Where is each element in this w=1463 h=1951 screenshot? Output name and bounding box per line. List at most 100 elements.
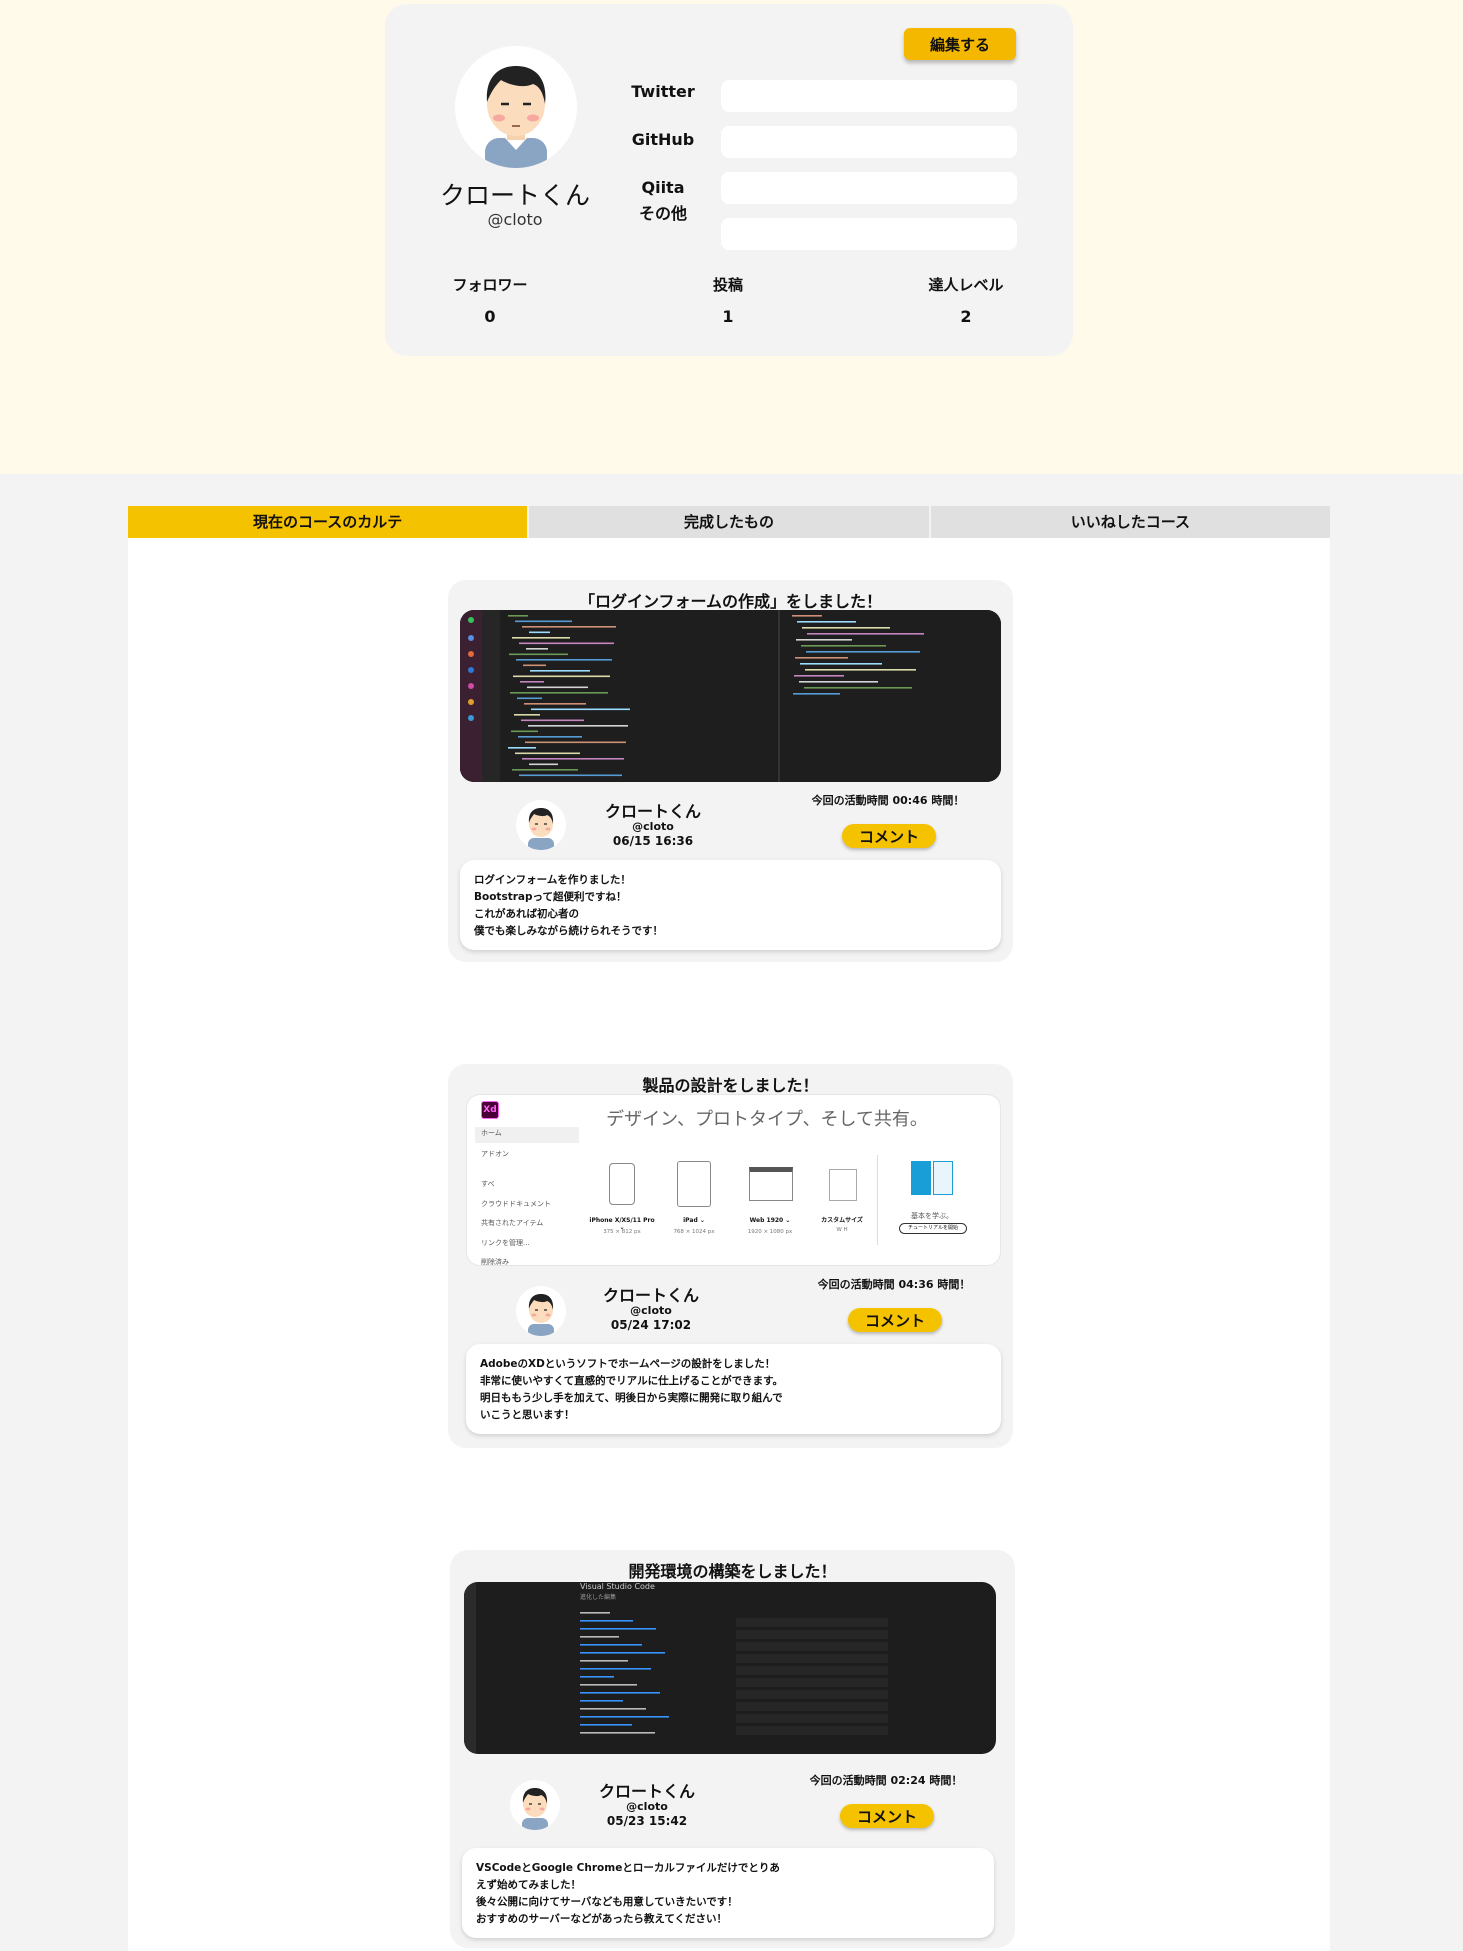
post-body-line: おすすめのサーバーなどがあったら教えてください！	[476, 1913, 728, 1925]
followers-count: 0	[484, 307, 496, 326]
post-date: 06/15 16:36	[612, 834, 694, 848]
vs-panel-row	[736, 1618, 888, 1627]
tutorial-start-button[interactable]: チュートリアルを開始	[899, 1223, 967, 1234]
post-title: 製品の設計をしました！	[642, 1076, 819, 1095]
followers-label: フォロワー	[452, 276, 528, 294]
code-line	[508, 615, 528, 617]
preset-size: 375 × 812 px	[603, 1229, 641, 1235]
post-screenshot[interactable]	[460, 610, 1001, 782]
comment-button[interactable]: コメント	[848, 1308, 942, 1332]
vs-panel-row	[736, 1654, 888, 1663]
author-name: クロートくん	[604, 802, 701, 821]
xd-menu-item[interactable]: 共有されたアイテム	[481, 1218, 543, 1228]
post-body-line: えず始めてみました！	[476, 1879, 581, 1891]
post-date: 05/23 15:42	[606, 1814, 688, 1828]
code-line	[530, 670, 590, 672]
post-card: 開発環境の構築をしました！ Visual Studio Code 進化した編集 …	[450, 1550, 1015, 1948]
post-screenshot[interactable]: Visual Studio Code 進化した編集	[464, 1582, 996, 1754]
code-line	[525, 741, 626, 744]
code-line	[529, 763, 558, 766]
author-avatar[interactable]	[516, 800, 566, 850]
vs-text-line	[580, 1716, 669, 1718]
code-line	[531, 708, 630, 711]
post-body: AdobeのXDというソフトでホームページの設計をしました！ 非常に使いやすくて…	[466, 1344, 1001, 1434]
course-tabs: 現在のコースのカルテ 完成したもの いいねしたコース	[128, 506, 1330, 538]
vs-text-line	[580, 1644, 642, 1646]
xd-menu-item[interactable]: クラウドドキュメント	[481, 1199, 551, 1209]
post-card: 製品の設計をしました！ Xd ホーム アドオン すべ クラウドドキュメント 共有…	[448, 1064, 1013, 1448]
xd-menu-item[interactable]: 削除済み	[481, 1257, 509, 1265]
code-line	[515, 752, 580, 755]
tutorial-illustration	[911, 1161, 931, 1195]
preset-size: W H	[836, 1227, 848, 1233]
github-field[interactable]	[721, 126, 1017, 158]
code-line	[516, 659, 612, 661]
code-line	[519, 642, 614, 645]
xd-menu-item[interactable]: リンクを管理...	[481, 1238, 530, 1248]
code-line	[795, 657, 848, 659]
code-line	[794, 675, 844, 677]
post-body-line: 非常に使いやすくて直感的でリアルに仕上げることができます。	[480, 1375, 784, 1387]
vs-panel-row	[736, 1678, 888, 1687]
qiita-field[interactable]	[721, 172, 1017, 204]
code-line	[807, 633, 924, 635]
edit-profile-button[interactable]: 編集する	[904, 28, 1016, 60]
xd-menu-item[interactable]: すべ	[481, 1179, 495, 1189]
comment-button[interactable]: コメント	[840, 1804, 934, 1828]
vs-text-line	[580, 1612, 610, 1614]
comment-button[interactable]: コメント	[842, 824, 936, 848]
vs-panel-row	[736, 1714, 888, 1723]
vs-text-line	[580, 1708, 646, 1710]
ipad-icon[interactable]	[677, 1161, 711, 1207]
master-level-value: 2	[960, 307, 972, 326]
vs-panel-row	[736, 1726, 888, 1735]
post-card: 「ログインフォームの作成」をしました！ クロートくん @cloto 06/15 …	[448, 580, 1013, 962]
xd-menu-item[interactable]: ホーム	[481, 1129, 502, 1138]
code-line	[519, 774, 622, 777]
other-label: その他	[638, 204, 687, 223]
avatar	[455, 46, 577, 168]
post-title: 開発環境の構築をしました！	[628, 1562, 837, 1581]
tab-completed[interactable]: 完成したもの	[529, 506, 931, 538]
github-label: GitHub	[631, 130, 695, 149]
other-field[interactable]	[721, 218, 1017, 250]
post-screenshot[interactable]: Xd ホーム アドオン すべ クラウドドキュメント 共有されたアイテム リンクを…	[466, 1094, 1001, 1266]
post-body: ログインフォームを作りました！ Bootstrapって超便利ですね！ これがあれ…	[460, 860, 1001, 950]
author-avatar[interactable]	[516, 1286, 566, 1336]
preset-name: Web 1920 ⌄	[749, 1217, 791, 1224]
code-line	[510, 692, 608, 694]
code-line	[518, 736, 582, 738]
author-avatar[interactable]	[510, 1780, 560, 1830]
vs-panel-row	[736, 1630, 888, 1639]
xd-menu-item[interactable]: アドオン	[481, 1149, 509, 1159]
web-icon[interactable]	[749, 1167, 793, 1201]
divider	[877, 1155, 878, 1245]
code-line	[804, 687, 912, 689]
vs-text-line	[580, 1732, 655, 1734]
code-line	[512, 637, 570, 639]
twitter-label: Twitter	[631, 82, 695, 101]
author-handle: @cloto	[630, 1304, 672, 1317]
code-line	[513, 675, 610, 678]
tab-liked-courses[interactable]: いいねしたコース	[930, 506, 1330, 538]
iphone-icon[interactable]	[609, 1163, 635, 1205]
twitter-field[interactable]	[721, 80, 1017, 112]
activity-time: 今回の活動時間 02:24 時間！	[809, 1774, 963, 1787]
post-body-line: 僕でも楽しみながら続けられそうです！	[474, 925, 663, 937]
custom-size-icon[interactable]	[829, 1169, 857, 1201]
code-line	[528, 725, 628, 727]
post-body-line: ログインフォームを作りました！	[474, 874, 631, 886]
profile-name: クロートくん	[439, 181, 590, 210]
learn-title: 基本を学ぶ。	[911, 1212, 953, 1220]
post-body: VSCodeとGoogle Chromeとローカルファイルだけでとりあ えず始め…	[462, 1848, 994, 1938]
post-body-line: 後々公開に向けてサーバなども用意していきたいです！	[476, 1896, 738, 1908]
code-line	[511, 730, 538, 733]
post-body-line: これがあれば初心者の	[474, 908, 579, 920]
tab-current-course[interactable]: 現在のコースのカルテ	[128, 506, 530, 538]
preset-size: 1920 × 1080 px	[747, 1229, 793, 1235]
master-level-label: 達人レベル	[928, 276, 1004, 294]
code-line	[802, 627, 890, 629]
author-handle: @cloto	[626, 1800, 668, 1813]
vs-text-line	[580, 1668, 651, 1670]
post-date: 05/24 17:02	[610, 1318, 692, 1332]
